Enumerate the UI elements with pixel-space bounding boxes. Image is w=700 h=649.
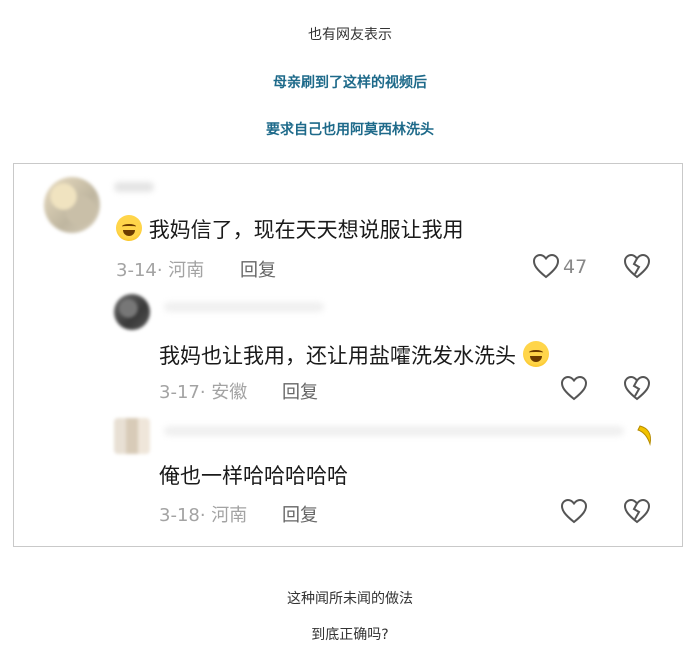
comment-screenshot: 我妈信了，现在天天想说服让我用 3-14· 河南 回复 47 我妈也让我用，还让… <box>13 163 683 547</box>
comment-2-text: 我妈也让我用，还让用盐嚯洗发水洗头 <box>159 340 549 370</box>
caption-line-4: 这种闻所未闻的做法 <box>287 591 413 607</box>
comment-3-text: 俺也一样哈哈哈哈哈 <box>159 464 348 488</box>
comment-2-body: 我妈也让我用，还让用盐嚯洗发水洗头 <box>159 344 516 368</box>
comment-1-body: 我妈信了，现在天天想说服让我用 <box>148 218 464 242</box>
broken-heart-icon[interactable] <box>623 498 651 524</box>
avatar[interactable] <box>114 418 150 454</box>
username-blurred <box>164 426 624 436</box>
username-blurred <box>114 182 154 192</box>
broken-heart-icon[interactable] <box>623 253 651 279</box>
comment-2-date-location: 3-17· 安徽 <box>159 382 248 403</box>
caption-line-2: 母亲刷到了这样的视频后 <box>273 75 427 91</box>
broken-heart-icon[interactable] <box>623 375 651 401</box>
comment-1-like-count: 47 <box>563 256 588 278</box>
comment-1-text: 我妈信了，现在天天想说服让我用 <box>116 214 464 244</box>
caption-line-5: 到底正确吗? <box>311 627 389 643</box>
comment-1-reply-button[interactable]: 回复 <box>240 256 276 282</box>
caption-line-1: 也有网友表示 <box>308 27 392 43</box>
heart-icon[interactable] <box>560 498 588 524</box>
grinning-sweat-emoji <box>116 215 142 241</box>
caption-line-3: 要求自己也用阿莫西林洗头 <box>266 122 434 138</box>
heart-icon[interactable] <box>532 253 560 279</box>
heart-icon[interactable] <box>560 375 588 401</box>
comment-3-reply-button[interactable]: 回复 <box>282 501 318 527</box>
avatar[interactable] <box>44 177 100 233</box>
comment-1-date-location: 3-14· 河南 <box>116 260 205 281</box>
username-blurred <box>164 302 324 312</box>
banana-emoji <box>637 425 651 446</box>
comment-2-reply-button[interactable]: 回复 <box>282 378 318 404</box>
avatar[interactable] <box>114 294 150 330</box>
comment-3-date-location: 3-18· 河南 <box>159 505 248 526</box>
crying-laughing-emoji <box>522 341 549 367</box>
